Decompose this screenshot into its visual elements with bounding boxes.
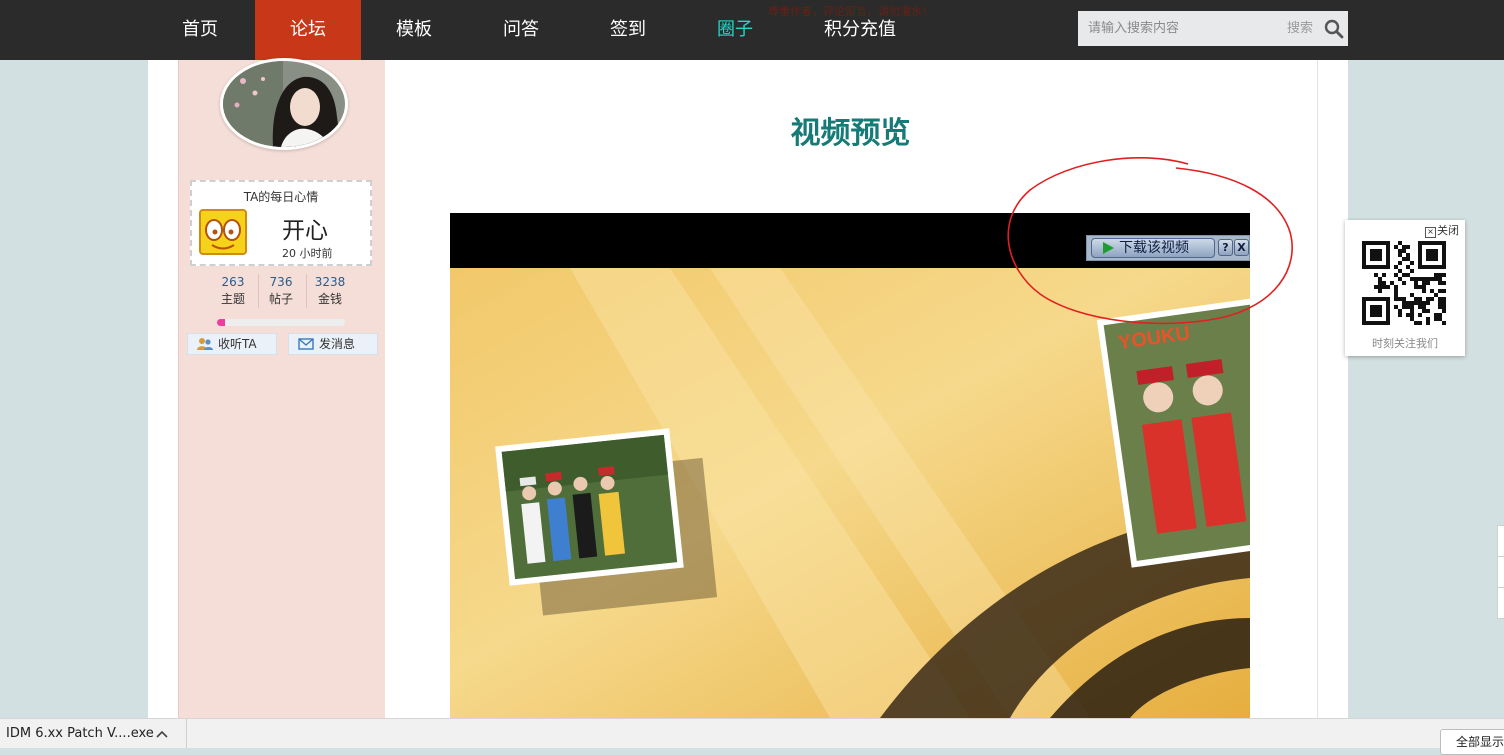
top-nav: 尊重作者，评论留言，请勿灌水！ 首页 论坛 模板 问答 签到 圈子 积分充值 搜… [0, 0, 1504, 60]
download-video-label: 下载该视频 [1119, 240, 1189, 256]
side-tab[interactable] [1497, 556, 1504, 588]
send-message-button[interactable]: 发消息 [288, 333, 378, 355]
divider [186, 719, 187, 748]
chevron-up-icon[interactable] [156, 729, 168, 739]
stat-coins-label: 金钱 [317, 292, 342, 306]
follow-users-icon [197, 338, 213, 350]
follow-button-label: 收听TA [218, 337, 257, 351]
level-progress-bar [217, 319, 345, 326]
stat-topics-label: 主题 [220, 292, 245, 306]
follow-button[interactable]: 收听TA [187, 333, 277, 355]
download-video-button[interactable]: 下载该视频 [1091, 238, 1215, 258]
nav-forum[interactable]: 论坛 [255, 0, 361, 60]
search-icon[interactable] [1324, 19, 1344, 39]
stat-posts[interactable]: 736 帖子 [257, 274, 305, 308]
nav-templates[interactable]: 模板 [381, 0, 447, 60]
nav-home[interactable]: 首页 [167, 0, 233, 60]
search-input[interactable] [1078, 11, 1298, 46]
content-border [1317, 60, 1318, 718]
send-message-label: 发消息 [319, 337, 356, 351]
nav-circle[interactable]: 圈子 [702, 0, 768, 60]
stat-posts-value[interactable]: 736 [257, 274, 305, 291]
envelope-icon [298, 338, 314, 350]
stat-topics-value[interactable]: 263 [209, 274, 257, 291]
qr-caption: 时刻关注我们 [1372, 337, 1438, 350]
stat-coins[interactable]: 3238 金钱 [306, 274, 354, 308]
qr-widget: × 关闭 时刻关注我们 [1345, 220, 1465, 356]
nav-qa[interactable]: 问答 [488, 0, 554, 60]
user-sidebar: TA的每日心情 开心 20 小时前 263 主题 736 帖子 3238 金钱 [178, 58, 385, 718]
nav-recharge[interactable]: 积分充值 [815, 0, 905, 60]
download-filename[interactable]: IDM 6.xx Patch V....exe [6, 719, 154, 748]
video-player[interactable]: YOUKU 下载该视频 ? X [450, 213, 1250, 718]
mood-box: TA的每日心情 开心 20 小时前 [190, 180, 372, 266]
browser-download-bar: IDM 6.xx Patch V....exe 全部显示 [0, 718, 1504, 755]
show-all-downloads-button[interactable]: 全部显示 [1440, 729, 1504, 755]
side-tab[interactable] [1497, 587, 1504, 619]
search-box: 搜索 [1078, 11, 1348, 46]
mood-value: 开心 [282, 218, 328, 244]
page-title: 视频预览 [790, 116, 911, 151]
video-frame[interactable]: YOUKU [450, 268, 1250, 718]
qr-code-image [1362, 241, 1446, 325]
play-icon [1103, 242, 1114, 254]
stat-posts-label: 帖子 [268, 292, 293, 306]
nav-signin[interactable]: 签到 [595, 0, 661, 60]
side-tab[interactable] [1497, 525, 1504, 557]
help-button[interactable]: ? [1218, 239, 1233, 256]
close-icon: × [1425, 227, 1436, 238]
avatar[interactable] [220, 58, 348, 150]
download-video-bar: 下载该视频 ? X [1086, 235, 1250, 261]
mood-time: 20 小时前 [282, 247, 333, 260]
happy-mood-icon [199, 209, 247, 255]
qr-close-button[interactable]: × 关闭 [1425, 222, 1459, 238]
level-progress-fill [217, 319, 225, 326]
qr-close-label: 关闭 [1437, 224, 1459, 237]
mood-title: TA的每日心情 [243, 190, 319, 204]
close-download-bar-button[interactable]: X [1234, 239, 1249, 256]
page-container: TA的每日心情 开心 20 小时前 263 主题 736 帖子 3238 金钱 [148, 58, 1348, 718]
stat-topics[interactable]: 263 主题 [209, 274, 257, 308]
search-button-label[interactable]: 搜索 [1287, 11, 1313, 46]
stat-coins-value[interactable]: 3238 [306, 274, 354, 291]
